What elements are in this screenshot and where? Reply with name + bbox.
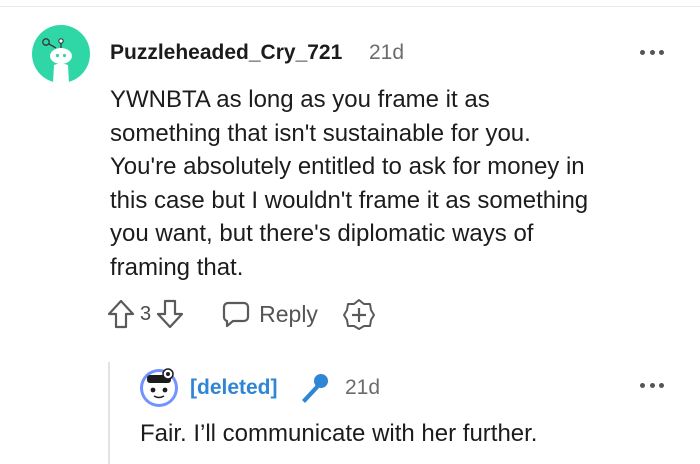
comment-line: framing that.: [110, 253, 244, 281]
comment-body: YWNBTA as long as you frame it as someth…: [110, 83, 690, 284]
comment-username[interactable]: Puzzleheaded_Cry_721: [110, 41, 342, 65]
comment-action-bar: 3 Reply: [106, 296, 376, 332]
downvote-arrow-icon[interactable]: [155, 298, 185, 330]
comment-line: something that isn't sustainable for you…: [110, 119, 531, 147]
comment-line: you want, but there's diplomatic ways of: [110, 220, 534, 247]
upvote-arrow-icon[interactable]: [106, 298, 136, 330]
reply-body: Fair. I’ll communicate with her further.: [140, 420, 538, 447]
comment-timestamp: 21d: [369, 41, 405, 64]
vote-count: 3: [140, 302, 152, 325]
reply-button[interactable]: Reply: [221, 299, 318, 329]
microphone-icon: [302, 374, 328, 403]
award-plus-icon[interactable]: [342, 297, 376, 331]
thread-line[interactable]: [108, 362, 110, 464]
more-options-icon[interactable]: [637, 40, 667, 64]
comment-line: this case but I wouldn't frame it as som…: [110, 186, 589, 214]
comment-line: You're absolutely entitled to ask for mo…: [110, 153, 585, 180]
reply-label: Reply: [259, 300, 318, 327]
reply-username[interactable]: [deleted]: [190, 376, 278, 400]
deleted-user-avatar-icon: [140, 368, 178, 407]
reply-timestamp: 21d: [345, 376, 381, 399]
top-divider: [0, 6, 700, 7]
speech-bubble-icon: [223, 301, 250, 328]
more-options-icon[interactable]: [637, 373, 667, 397]
comment-line: YWNBTA as long as you frame it as: [110, 86, 490, 113]
snoo-avatar-icon[interactable]: [32, 25, 90, 83]
